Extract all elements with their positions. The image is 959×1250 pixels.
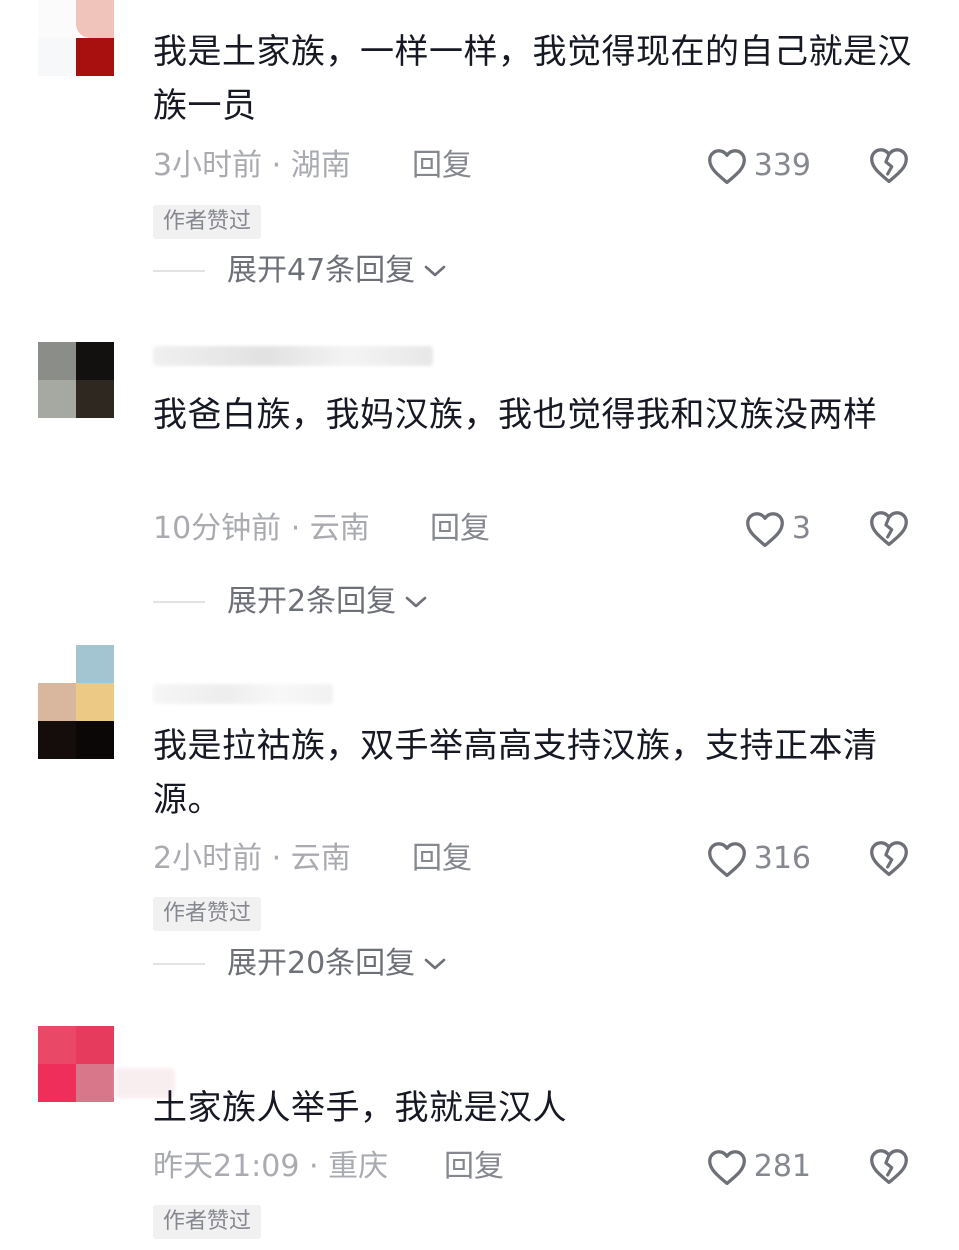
heart-outline-icon — [707, 842, 746, 878]
reply-button[interactable]: 回复 — [430, 509, 490, 549]
expand-replies-label: 展开47条回复 — [227, 253, 416, 288]
comment-text: 土家族人举手，我就是汉人 — [153, 1088, 567, 1128]
avatar[interactable] — [38, 645, 114, 759]
like-button[interactable]: 3 — [744, 509, 811, 549]
chevron-down-icon — [405, 596, 427, 608]
comment-text: 我爸白族，我妈汉族，我也觉得我和汉族没两样 — [153, 395, 878, 435]
avatar[interactable] — [38, 0, 114, 76]
reply-button[interactable]: 回复 — [444, 1147, 504, 1187]
expand-replies-button[interactable]: 展开20条回复 — [153, 944, 447, 984]
dislike-button[interactable] — [868, 1147, 910, 1187]
like-count: 3 — [791, 511, 811, 546]
username[interactable] — [153, 346, 433, 366]
dislike-button[interactable] — [868, 509, 910, 549]
reply-button[interactable]: 回复 — [412, 146, 472, 186]
like-button[interactable]: 339 — [706, 146, 811, 186]
reply-button[interactable]: 回复 — [412, 839, 472, 879]
like-button[interactable]: 281 — [706, 1147, 811, 1187]
broken-heart-icon — [870, 511, 908, 547]
expand-replies-label: 展开20条回复 — [227, 946, 416, 981]
like-count: 316 — [753, 841, 811, 876]
comment-time-location: 10分钟前 · 云南 — [153, 511, 370, 546]
comment-time-location: 2小时前 · 云南 — [153, 841, 351, 876]
heart-outline-icon — [707, 149, 746, 185]
broken-heart-icon — [870, 148, 908, 184]
like-button[interactable]: 316 — [706, 839, 811, 879]
expand-replies-button[interactable]: 展开47条回复 — [153, 251, 447, 291]
divider-line — [153, 270, 205, 272]
username[interactable] — [153, 684, 333, 704]
heart-outline-icon — [707, 1150, 746, 1186]
comment-time-location: 3小时前 · 湖南 — [153, 148, 351, 183]
chevron-down-icon — [424, 265, 446, 277]
dislike-button[interactable] — [868, 146, 910, 186]
broken-heart-icon — [870, 1149, 908, 1185]
author-liked-badge: 作者赞过 — [153, 205, 262, 239]
comment-time-location: 昨天21:09 · 重庆 — [153, 1149, 389, 1184]
expand-replies-button[interactable]: 展开2条回复 — [153, 582, 428, 622]
expand-replies-label: 展开2条回复 — [227, 584, 397, 619]
like-count: 339 — [753, 148, 811, 183]
avatar[interactable] — [38, 1026, 114, 1102]
dislike-button[interactable] — [868, 839, 910, 879]
comment-text: 我是土家族，一样一样，我觉得现在的自己就是汉族一员 — [153, 32, 912, 126]
chevron-down-icon — [424, 958, 446, 970]
divider-line — [153, 963, 205, 965]
broken-heart-icon — [870, 841, 908, 877]
like-count: 281 — [753, 1149, 811, 1184]
author-liked-badge: 作者赞过 — [153, 897, 262, 931]
avatar[interactable] — [38, 342, 114, 418]
comment-text: 我是拉祜族，双手举高高支持汉族，支持正本清源。 — [153, 726, 878, 820]
divider-line — [153, 601, 205, 603]
author-liked-badge: 作者赞过 — [153, 1205, 262, 1239]
heart-outline-icon — [745, 512, 784, 548]
